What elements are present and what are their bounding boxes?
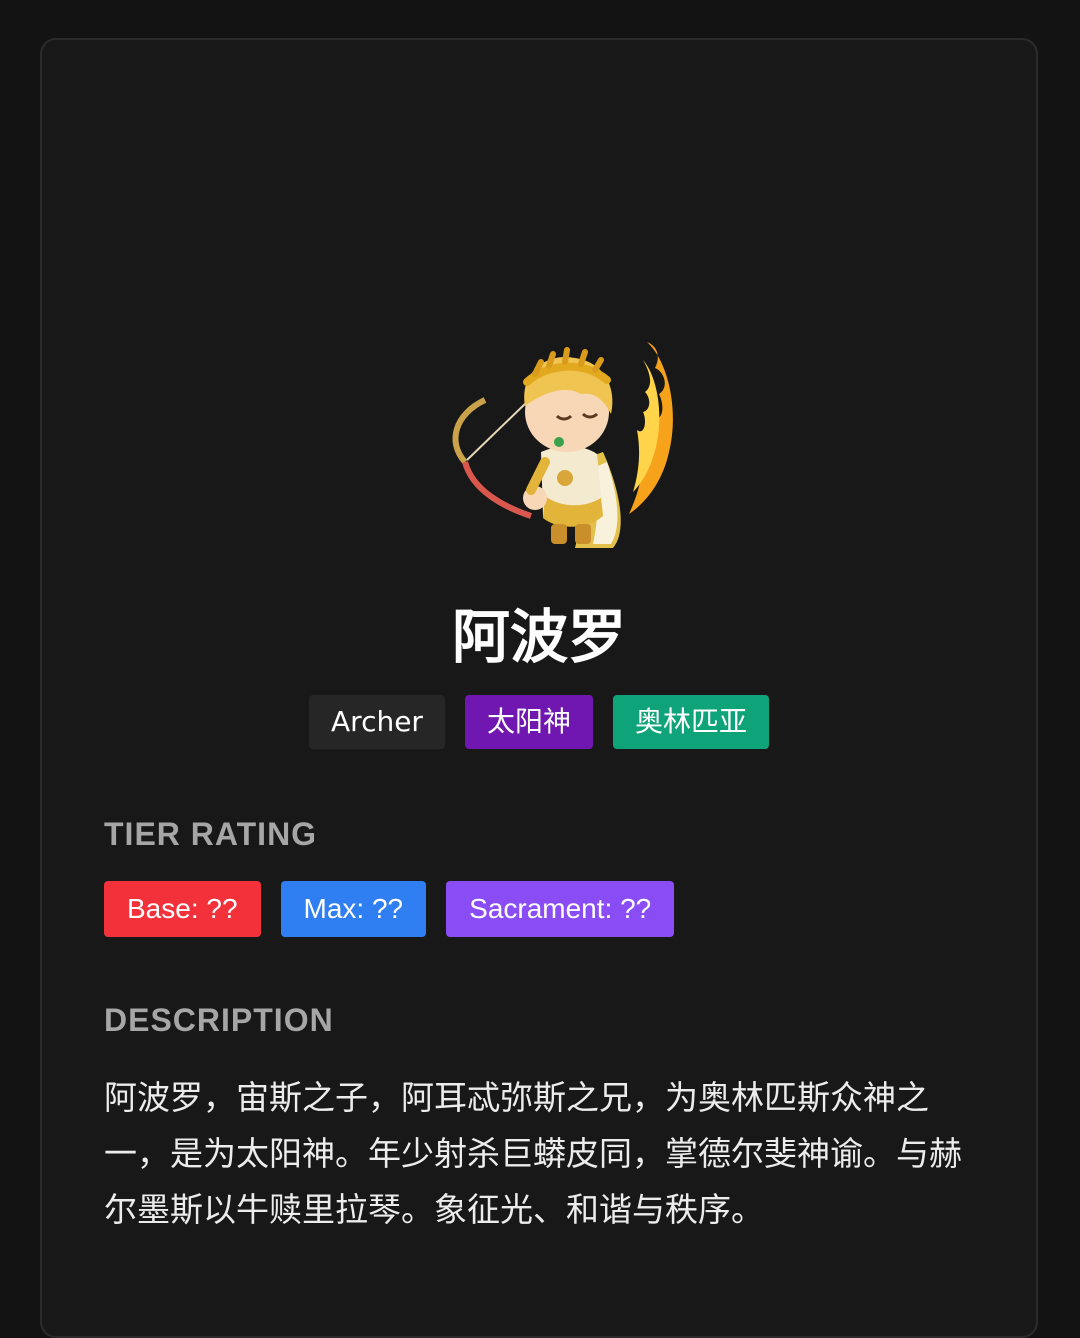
class-tag: Archer xyxy=(309,695,445,749)
description-heading: DESCRIPTION xyxy=(104,1002,334,1038)
base-tier-badge: Base: ?? xyxy=(104,881,261,937)
title-tag: 太阳神 xyxy=(464,695,593,749)
tier-rating-heading: TIER RATING xyxy=(104,816,318,852)
apollo-archer-portrait-icon xyxy=(452,342,673,548)
sacrament-tier-badge: Sacrament: ?? xyxy=(446,881,675,937)
hero-name: 阿波罗 xyxy=(451,603,626,671)
description-text: 阿波罗，宙斯之子，阿耳忒弥斯之兄，为奥林匹斯众神之一，是为太阳神。年少射杀巨蟒皮… xyxy=(104,1078,962,1229)
tier-rating-badges: Base: ?? Max: ?? Sacrament: ?? xyxy=(104,881,675,937)
hero-tags: Archer 太阳神 奥林匹亚 xyxy=(42,695,1036,749)
max-tier-badge: Max: ?? xyxy=(280,881,427,937)
faction-tag: 奥林匹亚 xyxy=(612,695,769,749)
hero-card: 阿波罗 Archer 太阳神 奥林匹亚 TIER RATING Base: ??… xyxy=(40,38,1038,1338)
